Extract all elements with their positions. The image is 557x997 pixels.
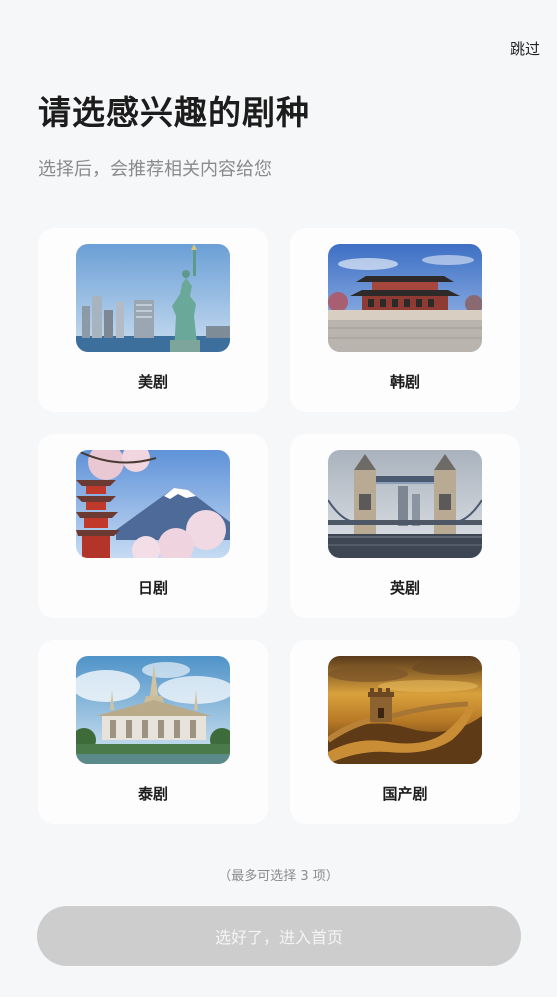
genre-label: 日剧	[137, 579, 168, 597]
genre-card-kr[interactable]: 韩剧	[290, 228, 520, 412]
mount-fuji-image	[76, 450, 230, 558]
genre-card-jp[interactable]: 日剧	[38, 434, 268, 618]
page-title: 请选感兴趣的剧种	[38, 93, 310, 132]
genre-label: 国产剧	[382, 785, 428, 803]
genre-card-th[interactable]: 泰剧	[38, 640, 268, 824]
genre-card-us[interactable]: 美剧	[38, 228, 268, 412]
skip-button[interactable]: 跳过	[510, 38, 540, 59]
tower-bridge-image	[328, 450, 482, 558]
genre-label: 泰剧	[137, 785, 168, 803]
genre-label: 英剧	[389, 579, 420, 597]
selection-limit-hint: （最多可选择 3 项）	[218, 869, 339, 884]
genre-label: 韩剧	[389, 373, 420, 391]
thai-temple-image	[76, 656, 230, 764]
genre-grid: 美剧 韩剧 日剧 英剧 泰剧 国产剧	[38, 228, 520, 824]
confirm-button[interactable]: 选好了，进入首页	[37, 906, 521, 966]
korean-palace-image	[328, 244, 482, 352]
statue-of-liberty-image	[76, 244, 230, 352]
great-wall-image	[328, 656, 482, 764]
genre-label: 美剧	[137, 373, 168, 391]
genre-card-uk[interactable]: 英剧	[290, 434, 520, 618]
page-subtitle: 选择后，会推荐相关内容给您	[38, 159, 272, 180]
genre-card-cn[interactable]: 国产剧	[290, 640, 520, 824]
